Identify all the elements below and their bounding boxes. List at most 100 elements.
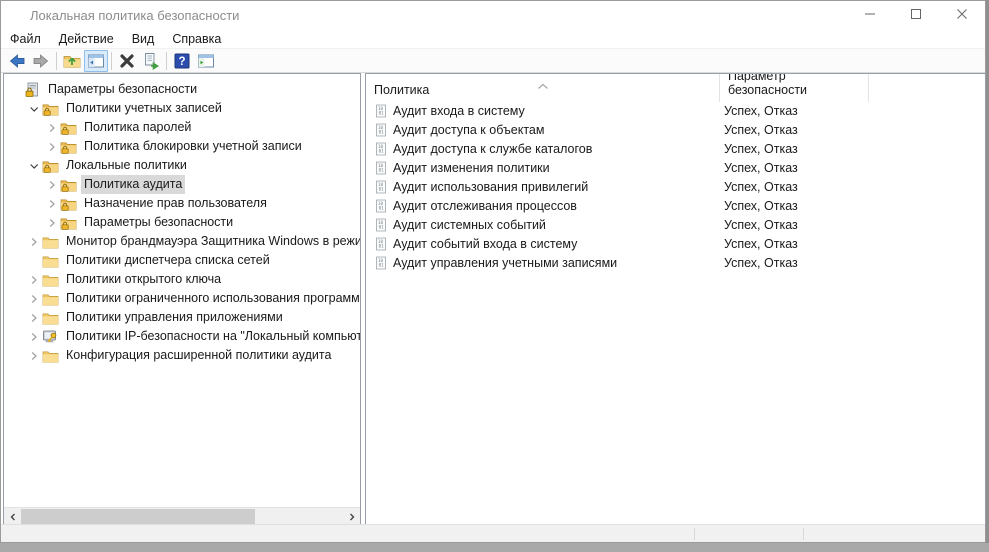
policy-name: Аудит доступа к службе каталогов <box>393 140 713 159</box>
close-icon <box>957 6 967 24</box>
maximize-button[interactable] <box>893 1 939 29</box>
chevron-right-icon[interactable] <box>26 291 42 307</box>
chevron-right-icon[interactable] <box>44 139 60 155</box>
policy-list-pane: Политика Параметр безопасности 1001Аудит… <box>365 73 986 525</box>
tree-item[interactable]: Назначение прав пользователя <box>4 194 360 213</box>
secpol-app-icon <box>8 7 24 23</box>
tree-item[interactable]: Локальные политики <box>4 156 360 175</box>
chevron-right-icon[interactable] <box>26 310 42 326</box>
tree-item[interactable]: Политики диспетчера списка сетей <box>4 251 360 270</box>
chevron-right-icon[interactable] <box>26 272 42 288</box>
column-header-security-setting[interactable]: Параметр безопасности <box>719 74 869 102</box>
chevron-right-icon[interactable] <box>26 329 42 345</box>
policy-list-row[interactable]: 1001Аудит доступа к объектамУспех, Отказ <box>366 121 985 140</box>
security-setting-value: Успех, Отказ <box>724 216 884 235</box>
window-controls <box>847 1 985 29</box>
tree-item[interactable]: Параметры безопасности <box>4 213 360 232</box>
forward-icon <box>31 51 51 71</box>
svg-text:01: 01 <box>379 244 385 249</box>
folder-icon <box>42 348 59 364</box>
chevron-down-icon[interactable] <box>26 158 42 174</box>
policy-list-row[interactable]: 1001Аудит отслеживания процессовУспех, О… <box>366 197 985 216</box>
chevron-right-icon[interactable] <box>26 348 42 364</box>
tree-item[interactable]: Политика аудита <box>4 175 360 194</box>
tree-item-label: Политики IP-безопасности на "Локальный к… <box>63 327 361 346</box>
policy-icon: 1001 <box>374 180 388 194</box>
tree-item[interactable]: Политики открытого ключа <box>4 270 360 289</box>
tree-item[interactable]: Политики IP-безопасности на "Локальный к… <box>4 327 360 346</box>
policy-list-row[interactable]: 1001 Аудит изменения политики Успех, Отказ <box>366 159 985 178</box>
tree-item[interactable]: Параметры безопасности <box>4 80 360 99</box>
security-setting-value: Успех, Отказ <box>724 254 884 273</box>
policy-icon: 1001 <box>374 199 388 213</box>
svg-text:01: 01 <box>379 111 385 116</box>
horizontal-scrollbar[interactable] <box>4 507 360 524</box>
back-button[interactable] <box>5 50 29 72</box>
minimize-button[interactable] <box>847 1 893 29</box>
svg-text:01: 01 <box>379 225 385 230</box>
chevron-right-icon[interactable] <box>44 215 60 231</box>
security-setting-value: Успех, Отказ <box>724 121 884 140</box>
tree-item-label: Политики управления приложениями <box>63 308 286 327</box>
policy-list-row[interactable]: 1001Аудит входа в системуУспех, Отказ <box>366 102 985 121</box>
svg-text:01: 01 <box>379 149 385 154</box>
show-console-tree-button[interactable] <box>84 50 108 72</box>
menu-file[interactable]: Файл <box>1 30 50 48</box>
folder-icon <box>42 310 59 326</box>
policy-name: Аудит событий входа в систему <box>393 235 713 254</box>
scroll-right-arrow-icon[interactable] <box>343 508 360 525</box>
tree-item[interactable]: Политики учетных записей <box>4 99 360 118</box>
tree-item[interactable]: Политики ограниченного использования про… <box>4 289 360 308</box>
folder-lock-icon <box>42 101 59 117</box>
show-action-pane-button[interactable] <box>194 50 218 72</box>
column-header-policy[interactable]: Политика <box>366 74 719 102</box>
help-button[interactable]: ? <box>170 50 194 72</box>
tree-item[interactable]: Политики управления приложениями <box>4 308 360 327</box>
window-title: Локальная политика безопасности <box>30 8 239 23</box>
policy-list-row[interactable]: 1001Аудит событий входа в системуУспех, … <box>366 235 985 254</box>
tree-item[interactable]: Политика паролей <box>4 118 360 137</box>
title-bar: Локальная политика безопасности <box>1 1 985 29</box>
policy-list-row[interactable]: 1001Аудит управления учетными записямиУс… <box>366 254 985 273</box>
delete-button[interactable] <box>115 50 139 72</box>
tree-item[interactable]: Конфигурация расширенной политики аудита <box>4 346 360 365</box>
folder-lock-icon <box>60 196 77 212</box>
scrollbar-thumb[interactable] <box>21 509 255 524</box>
forward-button[interactable] <box>29 50 53 72</box>
chevron-right-icon[interactable] <box>44 120 60 136</box>
security-setting-value: Успех, Отказ <box>724 159 884 178</box>
tree-item-label: Политика аудита <box>81 175 185 194</box>
export-list-button[interactable] <box>139 50 163 72</box>
chevron-right-icon[interactable] <box>44 177 60 193</box>
chevron-right-icon[interactable] <box>44 196 60 212</box>
tree-item-label: Политика паролей <box>81 118 194 137</box>
policy-icon: 1001 <box>374 161 388 175</box>
policy-name: Аудит изменения политики <box>393 159 713 178</box>
security-setting-value: Успех, Отказ <box>724 140 884 159</box>
security-setting-value: Успех, Отказ <box>724 178 884 197</box>
chevron-right-icon[interactable] <box>26 234 42 250</box>
scroll-left-arrow-icon[interactable] <box>4 508 21 525</box>
folder-lock-icon <box>60 139 77 155</box>
policy-icon: 1001 <box>374 104 388 118</box>
menu-action[interactable]: Действие <box>50 30 123 48</box>
policy-name: Аудит доступа к объектам <box>393 121 713 140</box>
action-pane-icon <box>196 51 216 71</box>
tree-item[interactable]: Политика блокировки учетной записи <box>4 137 360 156</box>
folder-lock-icon <box>60 120 77 136</box>
secpol-icon <box>24 82 41 98</box>
tree-item-label: Локальные политики <box>63 156 190 175</box>
menu-help[interactable]: Справка <box>163 30 230 48</box>
menu-view[interactable]: Вид <box>123 30 164 48</box>
desktop-strip <box>0 543 989 552</box>
policy-list-row[interactable]: 1001Аудит использования привилегийУспех,… <box>366 178 985 197</box>
up-one-level-button[interactable] <box>60 50 84 72</box>
tree-item-label: Политика блокировки учетной записи <box>81 137 305 156</box>
policy-list-row[interactable]: 1001Аудит доступа к службе каталоговУспе… <box>366 140 985 159</box>
chevron-down-icon[interactable] <box>26 101 42 117</box>
policy-list-row[interactable]: 1001Аудит системных событийУспех, Отказ <box>366 216 985 235</box>
close-button[interactable] <box>939 1 985 29</box>
status-bar <box>1 524 985 542</box>
security-setting-value: Успех, Отказ <box>724 235 884 254</box>
tree-item[interactable]: Монитор брандмауэра Защитника Windows в … <box>4 232 360 251</box>
